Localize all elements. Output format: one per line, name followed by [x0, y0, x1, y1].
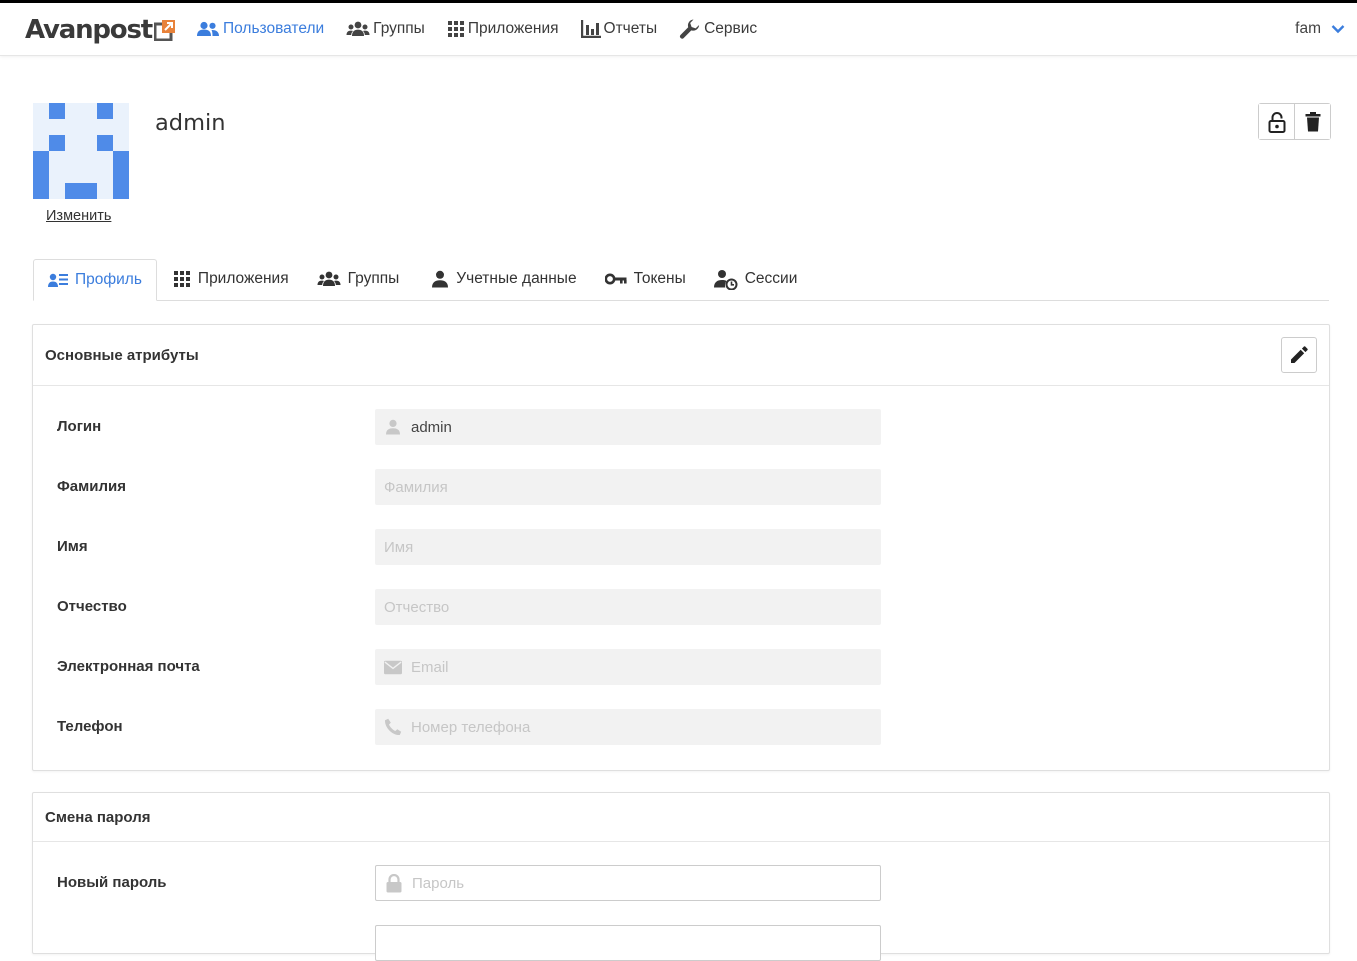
- surname-label: Фамилия: [57, 478, 126, 495]
- tab-profile[interactable]: Профиль: [33, 259, 157, 301]
- key-icon: [604, 273, 627, 285]
- email-label: Электронная почта: [57, 658, 200, 675]
- users-icon: [197, 21, 219, 36]
- user-menu[interactable]: fam: [1295, 3, 1345, 55]
- wrench-icon: [680, 19, 700, 39]
- phone-row: Телефон: [33, 709, 1329, 745]
- profile-actions: [1258, 103, 1331, 140]
- tab-groups-label: Группы: [347, 270, 400, 287]
- phone-field-wrapper: [375, 709, 881, 745]
- first-name-field-wrapper: [375, 529, 881, 565]
- profile-list-icon: [48, 273, 68, 287]
- tab-apps-label: Приложения: [197, 270, 289, 287]
- brand-name: Avanpost: [25, 15, 153, 45]
- user-avatar: [33, 103, 129, 199]
- main-nav: Пользователи Группы Приложения Отчеты Се…: [196, 3, 779, 55]
- email-field-wrapper: [375, 649, 881, 685]
- tab-tokens[interactable]: Токены: [591, 259, 700, 299]
- lock-open-icon: [1268, 111, 1285, 133]
- pencil-icon: [1291, 346, 1308, 363]
- first-name-input[interactable]: [384, 532, 824, 562]
- chevron-down-icon: [1331, 25, 1345, 34]
- patronymic-field-wrapper: [375, 589, 881, 625]
- patronymic-input[interactable]: [384, 592, 824, 622]
- group-icon: [317, 271, 341, 286]
- lock-icon: [385, 873, 403, 893]
- phone-label: Телефон: [57, 718, 123, 735]
- first-name-label: Имя: [57, 538, 88, 555]
- confirm-password-row: [33, 925, 1329, 961]
- unlock-button[interactable]: [1259, 104, 1294, 139]
- edit-attributes-button[interactable]: [1281, 337, 1317, 373]
- user-icon: [384, 419, 402, 435]
- nav-item-reports-label: Отчеты: [603, 20, 658, 37]
- surname-input[interactable]: [384, 472, 824, 502]
- nav-item-service-label: Сервис: [704, 20, 758, 37]
- basic-attributes-header: Основные атрибуты: [33, 325, 1329, 386]
- tab-groups[interactable]: Группы: [303, 259, 414, 299]
- trash-icon: [1305, 111, 1320, 131]
- new-password-row: Новый пароль: [33, 865, 1329, 901]
- tab-profile-label: Профиль: [75, 271, 142, 288]
- tab-apps[interactable]: Приложения: [160, 259, 303, 299]
- change-avatar-link[interactable]: Изменить: [46, 208, 111, 224]
- tab-tokens-label: Токены: [633, 270, 686, 287]
- nav-item-groups[interactable]: Группы: [346, 20, 425, 38]
- brand-logo[interactable]: Avanpost: [25, 15, 176, 45]
- nav-item-apps[interactable]: Приложения: [447, 20, 559, 38]
- nav-item-groups-label: Группы: [373, 20, 425, 37]
- user-menu-name: fam: [1295, 20, 1321, 37]
- email-field[interactable]: [411, 652, 851, 682]
- tab-credentials[interactable]: Учетные данные: [417, 259, 590, 299]
- apps-grid-icon: [173, 271, 190, 287]
- surname-row: Фамилия: [33, 469, 1329, 505]
- patronymic-label: Отчество: [57, 598, 127, 615]
- patronymic-row: Отчество: [33, 589, 1329, 625]
- envelope-icon: [384, 660, 402, 675]
- brand-logo-mark-icon: [153, 19, 176, 42]
- tab-credentials-label: Учетные данные: [456, 270, 577, 287]
- delete-button[interactable]: [1294, 104, 1330, 139]
- phone-icon: [384, 718, 402, 736]
- surname-field-wrapper: [375, 469, 881, 505]
- top-navbar: Avanpost Пользователи Группы Приложения …: [0, 3, 1357, 56]
- login-row: Логин: [33, 409, 1329, 445]
- profile-tabs: Профиль Приложения Группы Учетные данные: [33, 259, 1329, 301]
- login-label: Логин: [57, 418, 102, 435]
- new-password-label: Новый пароль: [57, 874, 167, 891]
- new-password-input[interactable]: [412, 868, 852, 898]
- basic-attributes-card: Основные атрибуты Логин Фамилия Имя: [32, 324, 1330, 771]
- page-title: admin: [155, 110, 226, 136]
- user-icon: [432, 270, 449, 288]
- tab-sessions[interactable]: Сессии: [700, 259, 812, 299]
- phone-input[interactable]: [411, 712, 851, 742]
- group-icon: [346, 21, 370, 36]
- nav-item-service[interactable]: Сервис: [679, 18, 757, 40]
- password-change-card: Смена пароля Новый пароль: [32, 792, 1330, 961]
- bar-chart-icon: [580, 20, 601, 38]
- basic-attributes-title: Основные атрибуты: [45, 346, 199, 364]
- confirm-password-field-wrapper: [375, 925, 881, 961]
- tab-sessions-label: Сессии: [744, 270, 798, 287]
- new-password-field-wrapper: [375, 865, 881, 901]
- email-row: Электронная почта: [33, 649, 1329, 685]
- nav-item-apps-label: Приложения: [467, 20, 559, 37]
- nav-item-reports[interactable]: Отчеты: [580, 20, 658, 38]
- login-field-wrapper: [375, 409, 881, 445]
- password-change-header: Смена пароля: [33, 793, 1329, 842]
- first-name-row: Имя: [33, 529, 1329, 565]
- login-input[interactable]: [411, 412, 851, 442]
- user-clock-icon: [713, 269, 738, 290]
- password-change-title: Смена пароля: [45, 808, 151, 826]
- nav-item-users-label: Пользователи: [223, 20, 325, 37]
- nav-item-users[interactable]: Пользователи: [196, 20, 324, 38]
- apps-grid-icon: [447, 21, 464, 37]
